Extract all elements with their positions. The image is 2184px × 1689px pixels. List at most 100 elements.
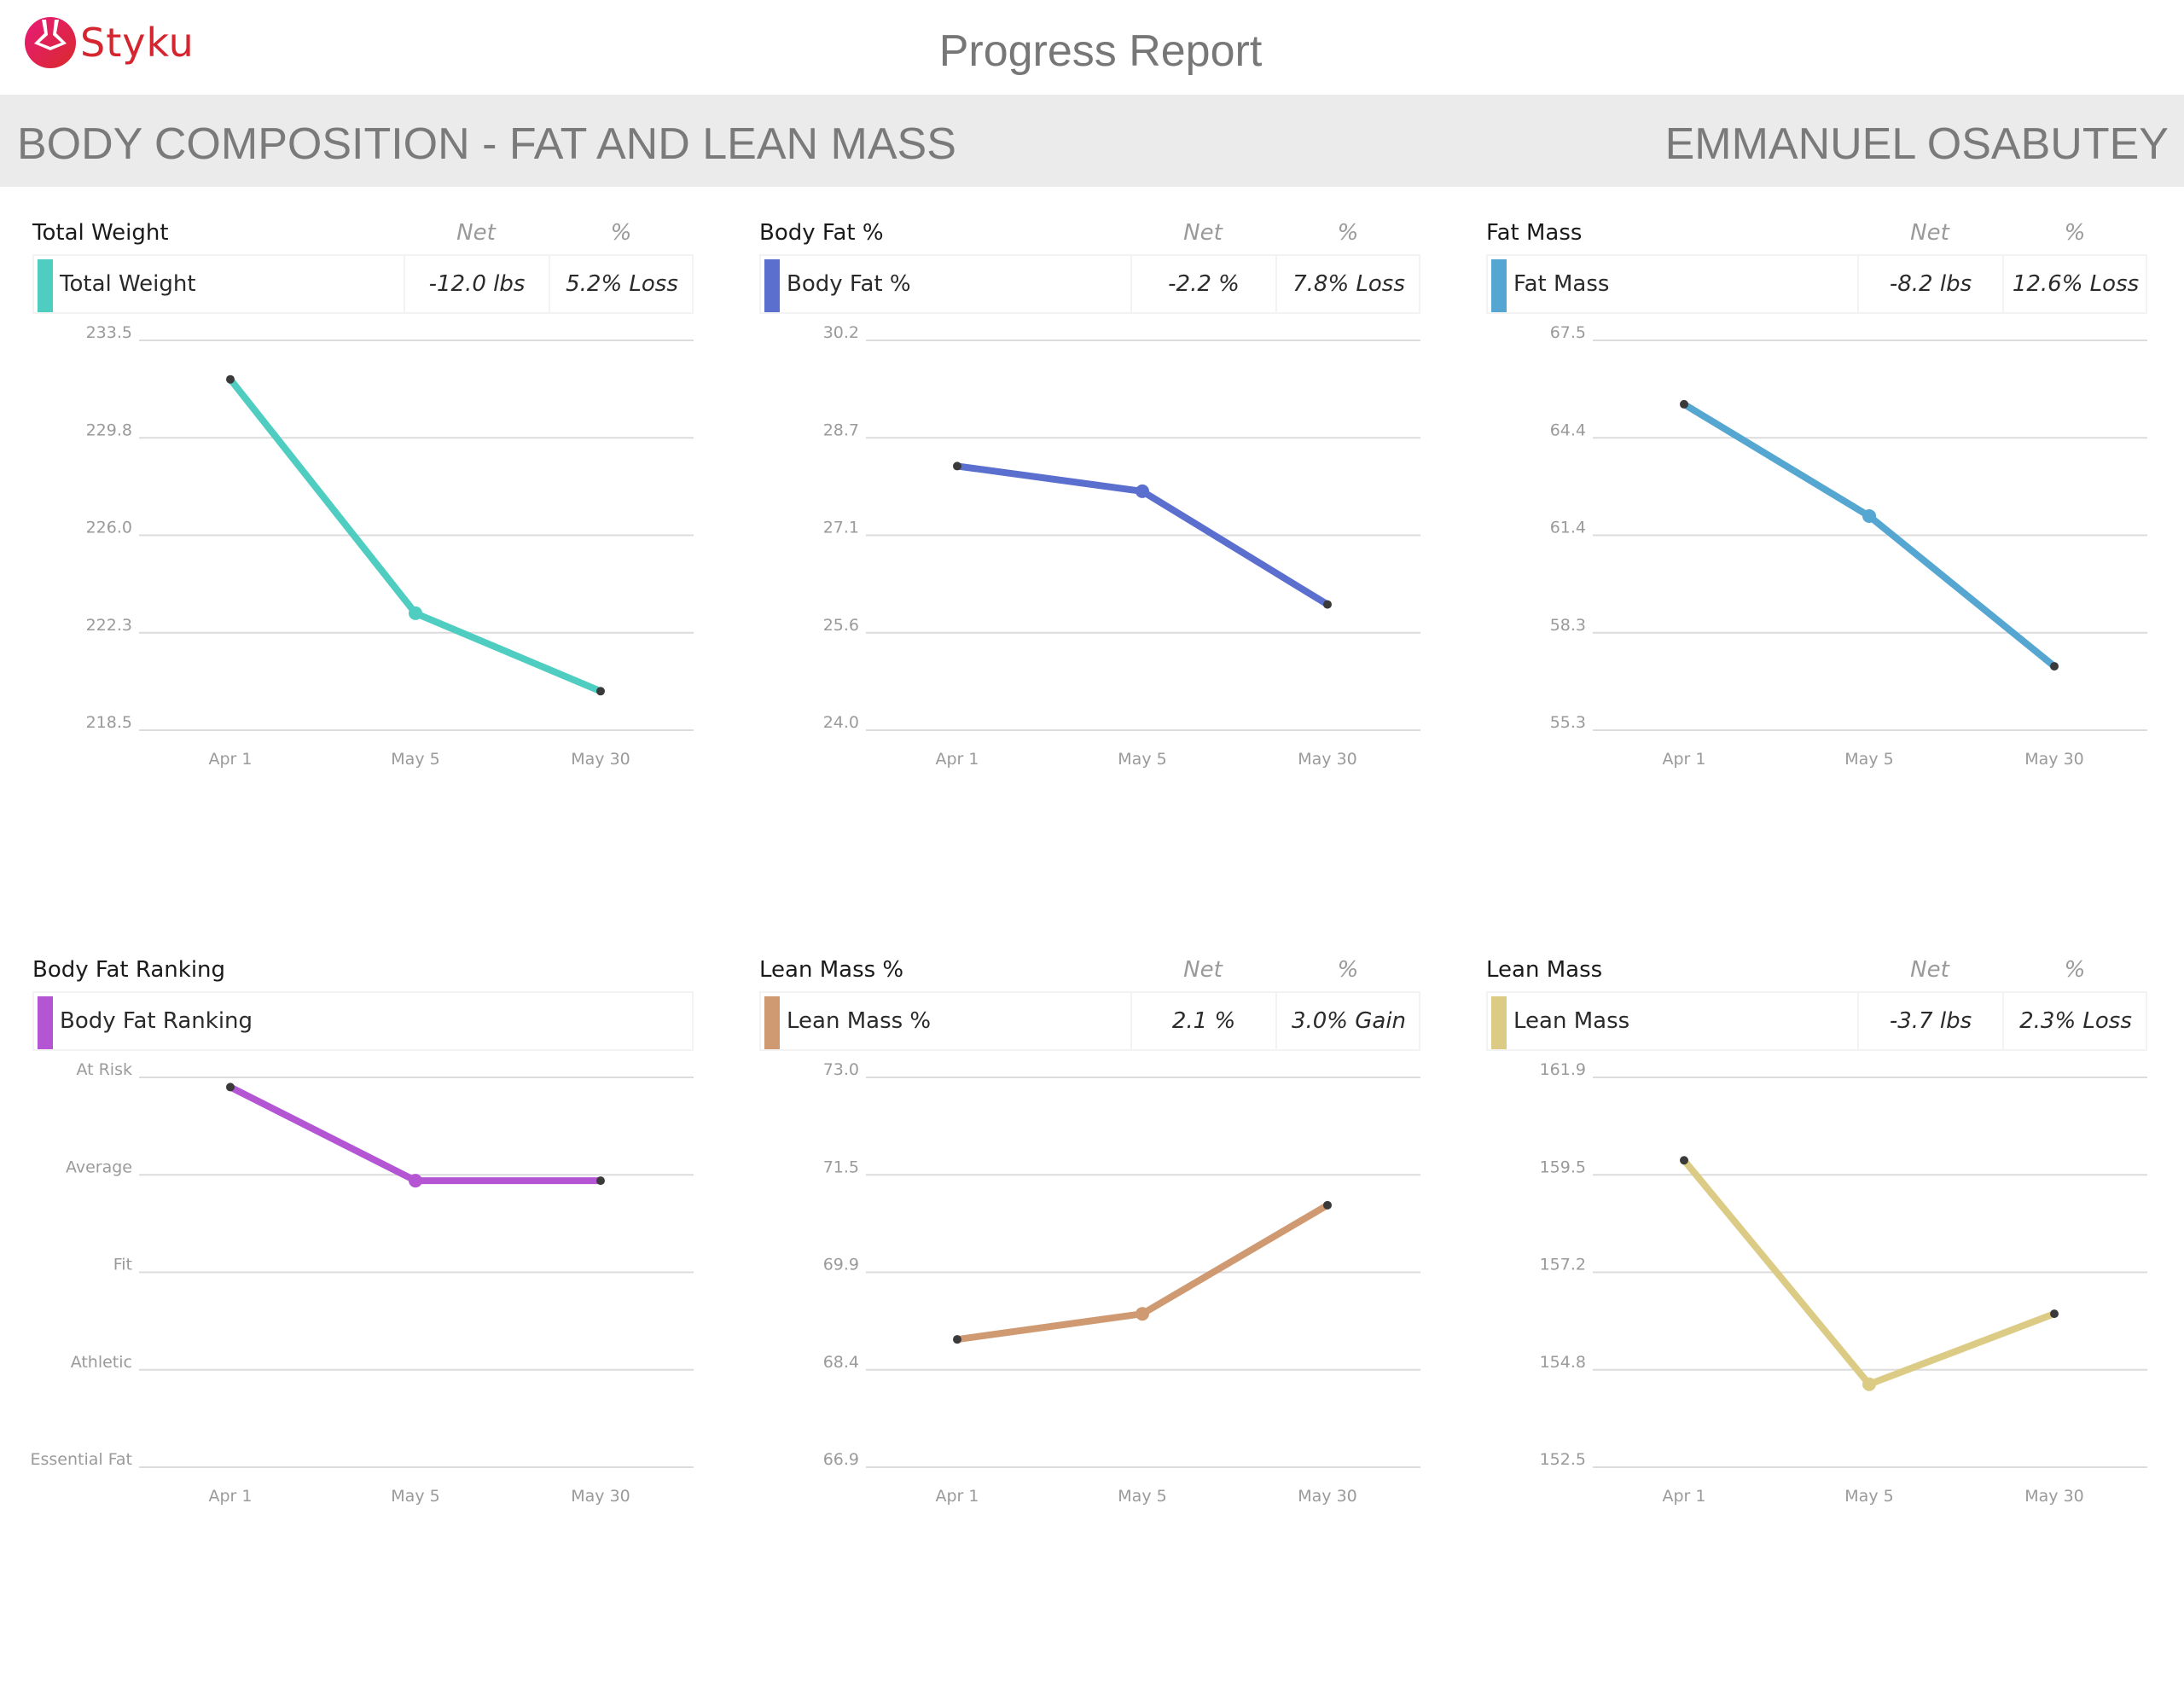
y-tick-label: 55.3 [1550, 713, 1586, 732]
panel-title: Total Weight [32, 220, 169, 246]
data-point [1862, 1377, 1876, 1391]
line-chart: At Risk Average Fit Athletic Essential Fat Ap… [30, 1060, 698, 1625]
summary-row: Lean Mass -3.7 lbs 2.3% Loss [1486, 991, 2147, 1051]
series-line [227, 1083, 604, 1185]
line-chart: 67.5 64.4 61.4 58.3 55.3 Apr 1 May 5 May 30 [1486, 323, 2152, 888]
data-point [596, 687, 605, 696]
panel-header: Fat Mass Net % [1486, 218, 2152, 249]
panel-lean-mass: Lean Mass Net % Lean Mass -3.7 lbs 2.3% … [1486, 955, 2152, 1689]
panel-title: Lean Mass % [759, 957, 904, 983]
net-value: -2.2 % [1130, 256, 1275, 312]
percent-column-header: % [1337, 957, 1359, 983]
y-tick-label: 69.9 [823, 1256, 859, 1274]
data-point [1323, 600, 1332, 609]
y-tick-label: Fit [113, 1256, 132, 1274]
y-tick-label: 152.5 [1540, 1450, 1586, 1469]
x-tick-label: May 5 [1844, 1487, 1893, 1506]
line-chart: 161.9 159.5 157.2 154.8 152.5 Apr 1 May 5 May 3… [1486, 1060, 2152, 1625]
panel-header: Total Weight Net % [32, 218, 698, 249]
data-point [2050, 662, 2059, 671]
panel-header: Lean Mass Net % [1486, 955, 2152, 986]
data-point [1323, 1200, 1332, 1210]
line-chart: 233.5 229.8 226.0 222.3 218.5 Apr 1 May 5 May 3… [32, 323, 698, 888]
legend-swatch [38, 259, 53, 312]
y-tick-label: 27.1 [823, 519, 859, 537]
summary-row: Body Fat Ranking [32, 991, 694, 1051]
data-point [1680, 399, 1688, 409]
x-tick-label: May 30 [571, 1487, 630, 1506]
data-point [1136, 484, 1149, 498]
y-tick-label: 66.9 [823, 1450, 859, 1469]
net-value: -12.0 lbs [404, 256, 549, 312]
row-label: Body Fat Ranking [60, 1008, 253, 1034]
x-tick-label: May 30 [2024, 1487, 2084, 1506]
y-tick-label: 161.9 [1540, 1060, 1586, 1079]
panel-total-weight: Total Weight Net % Total Weight -12.0 lb… [32, 218, 698, 952]
chart-svg: 161.9 159.5 157.2 154.8 152.5 Apr 1 May 5 May 3… [1540, 1060, 2147, 1506]
y-tick-label: 73.0 [823, 1060, 859, 1079]
panel-body-fat-pct: Body Fat % Net % Body Fat % -2.2 % 7.8% … [759, 218, 1425, 952]
summary-row: Fat Mass -8.2 lbs 12.6% Loss [1486, 254, 2147, 314]
data-point [1680, 1156, 1688, 1165]
y-tick-label: 229.8 [86, 421, 132, 439]
y-tick-label: 159.5 [1540, 1158, 1586, 1176]
row-label: Lean Mass % [787, 1008, 932, 1034]
y-tick-label: 222.3 [86, 616, 132, 635]
net-column-header: Net [456, 220, 496, 246]
row-label: Lean Mass [1513, 1008, 1630, 1034]
data-point [409, 606, 422, 620]
panel-fat-mass: Fat Mass Net % Fat Mass -8.2 lbs 12.6% L… [1486, 218, 2152, 952]
percent-column-header: % [2064, 957, 2086, 983]
panel-title: Body Fat % [759, 220, 884, 246]
x-tick-label: May 5 [391, 1487, 439, 1506]
summary-row: Lean Mass % 2.1 % 3.0% Gain [759, 991, 1420, 1051]
section-header: BODY COMPOSITION - FAT AND LEAN MASS EMM… [0, 95, 2184, 187]
legend-swatch [764, 996, 780, 1049]
data-point [226, 374, 235, 384]
data-point [226, 1082, 235, 1092]
y-tick-label: Athletic [71, 1353, 132, 1372]
percent-value: 2.3% Loss [2002, 993, 2147, 1049]
data-point [953, 1335, 961, 1344]
panel-title: Fat Mass [1486, 220, 1583, 246]
line-chart: 30.2 28.7 27.1 25.6 24.0 Apr 1 May 5 May 30 [759, 323, 1425, 888]
net-column-header: Net [1183, 957, 1223, 983]
net-value: -3.7 lbs [1857, 993, 2002, 1049]
summary-row: Body Fat % -2.2 % 7.8% Loss [759, 254, 1420, 314]
percent-column-header: % [610, 220, 632, 246]
y-tick-label: Average [66, 1158, 132, 1176]
y-tick-label: 64.4 [1550, 421, 1586, 439]
panel-header: Lean Mass % Net % [759, 955, 1425, 986]
y-tick-label: 218.5 [86, 713, 132, 732]
chart-svg: 233.5 229.8 226.0 222.3 218.5 Apr 1 May 5 May 3… [86, 323, 694, 769]
legend-swatch [38, 996, 53, 1049]
section-title: BODY COMPOSITION - FAT AND LEAN MASS [17, 119, 956, 169]
panel-header: Body Fat % Net % [759, 218, 1425, 249]
y-tick-label: 30.2 [823, 323, 859, 342]
x-tick-label: Apr 1 [1663, 750, 1706, 769]
x-tick-label: Apr 1 [1663, 1487, 1706, 1506]
x-tick-label: Apr 1 [936, 1487, 979, 1506]
percent-value: 7.8% Loss [1275, 256, 1420, 312]
x-tick-label: Apr 1 [936, 750, 979, 769]
percent-value: 12.6% Loss [2002, 256, 2147, 312]
panel-header: Body Fat Ranking Net % [32, 955, 698, 986]
y-tick-label: 157.2 [1540, 1256, 1586, 1274]
legend-swatch [1491, 996, 1507, 1049]
data-point [2050, 1309, 2059, 1319]
report-title: Progress Report [938, 26, 1263, 76]
chart-svg: 73.0 71.5 69.9 68.4 66.9 Apr 1 May 5 May 30 [823, 1060, 1420, 1506]
top-bar: Styku Progress Report [0, 0, 2184, 95]
panel-body-fat-ranking: Body Fat Ranking Net % Body Fat Ranking … [30, 955, 698, 1689]
y-tick-label: 28.7 [823, 421, 859, 439]
y-tick-label: 71.5 [823, 1158, 859, 1176]
y-tick-label: 68.4 [823, 1353, 859, 1372]
x-tick-label: May 30 [1298, 750, 1357, 769]
panel-title: Body Fat Ranking [32, 957, 226, 983]
data-point [953, 461, 961, 471]
legend-swatch [1491, 259, 1507, 312]
data-point [1862, 509, 1876, 524]
percent-column-header: % [1337, 220, 1359, 246]
row-label: Total Weight [60, 271, 196, 297]
x-tick-label: May 5 [1118, 1487, 1166, 1506]
